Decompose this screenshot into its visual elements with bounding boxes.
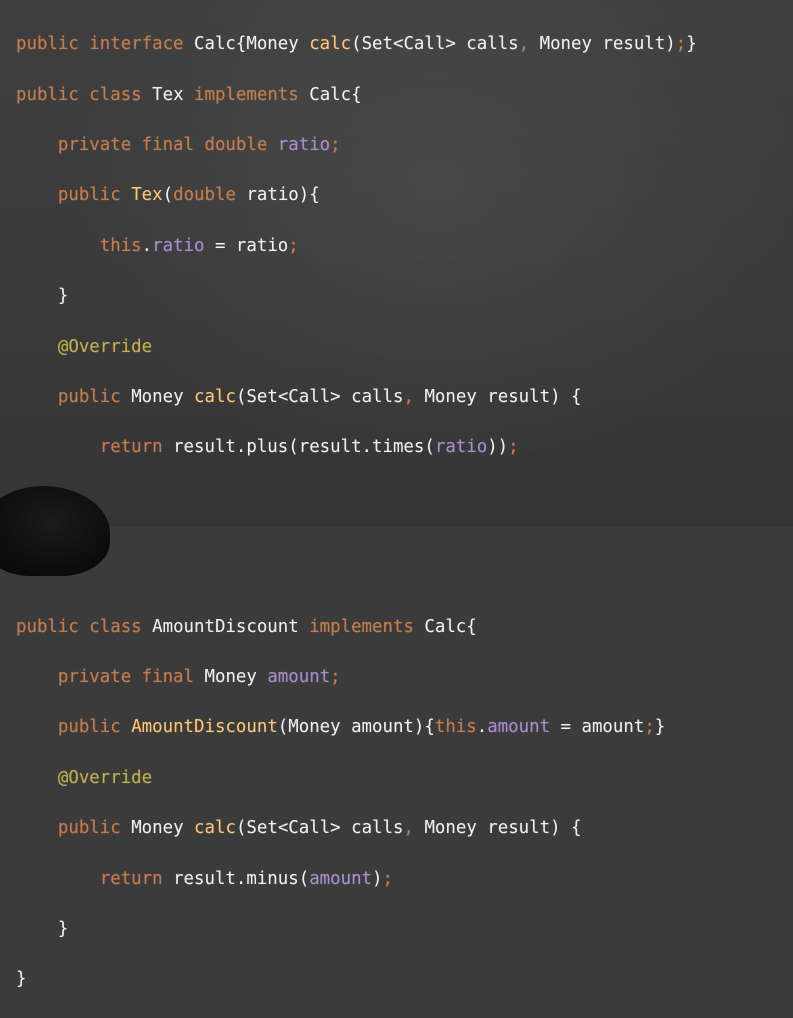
code-line-method-calc-discount: public Money calc(Set<Call> calls, Money… [57,818,582,839]
code-line-field-amount: private final Money amount; [57,667,341,688]
code-line-constructor-amount-discount: public AmountDiscount(Money amount){this… [57,717,666,738]
code-line-close-method: } [57,919,69,940]
code-line-class-tex: public class Tex implements Calc{ [16,84,362,105]
code-block: public interface Calc{Money calc(Set<Cal… [16,7,697,1018]
code-line-close-class: } [16,536,697,561]
code-line-interface-calc: public interface Calc{Money calc(Set<Cal… [16,34,697,55]
code-line-return-minus: return result.minus(amount); [99,868,393,889]
code-line-class-amount-discount: public class AmountDiscount implements C… [16,616,477,637]
code-line-close-method: } [16,486,697,511]
code-line-return-plus: return result.plus(result.times(ratio)); [99,437,519,458]
code-line-close-class: } [16,969,27,990]
code-line-method-calc-tex: public Money calc(Set<Call> calls, Money… [57,386,582,407]
code-line-assign-ratio: this.ratio = ratio; [99,235,299,256]
presentation-screen: public interface Calc{Money calc(Set<Cal… [0,0,793,989]
code-line-override: @Override [57,767,153,788]
code-line-field-ratio: private final double ratio; [57,134,341,155]
code-line-override: @Override [57,336,153,357]
code-line-constructor-tex: public Tex(double ratio){ [57,185,320,206]
code-line-close-constructor: } [57,286,69,307]
